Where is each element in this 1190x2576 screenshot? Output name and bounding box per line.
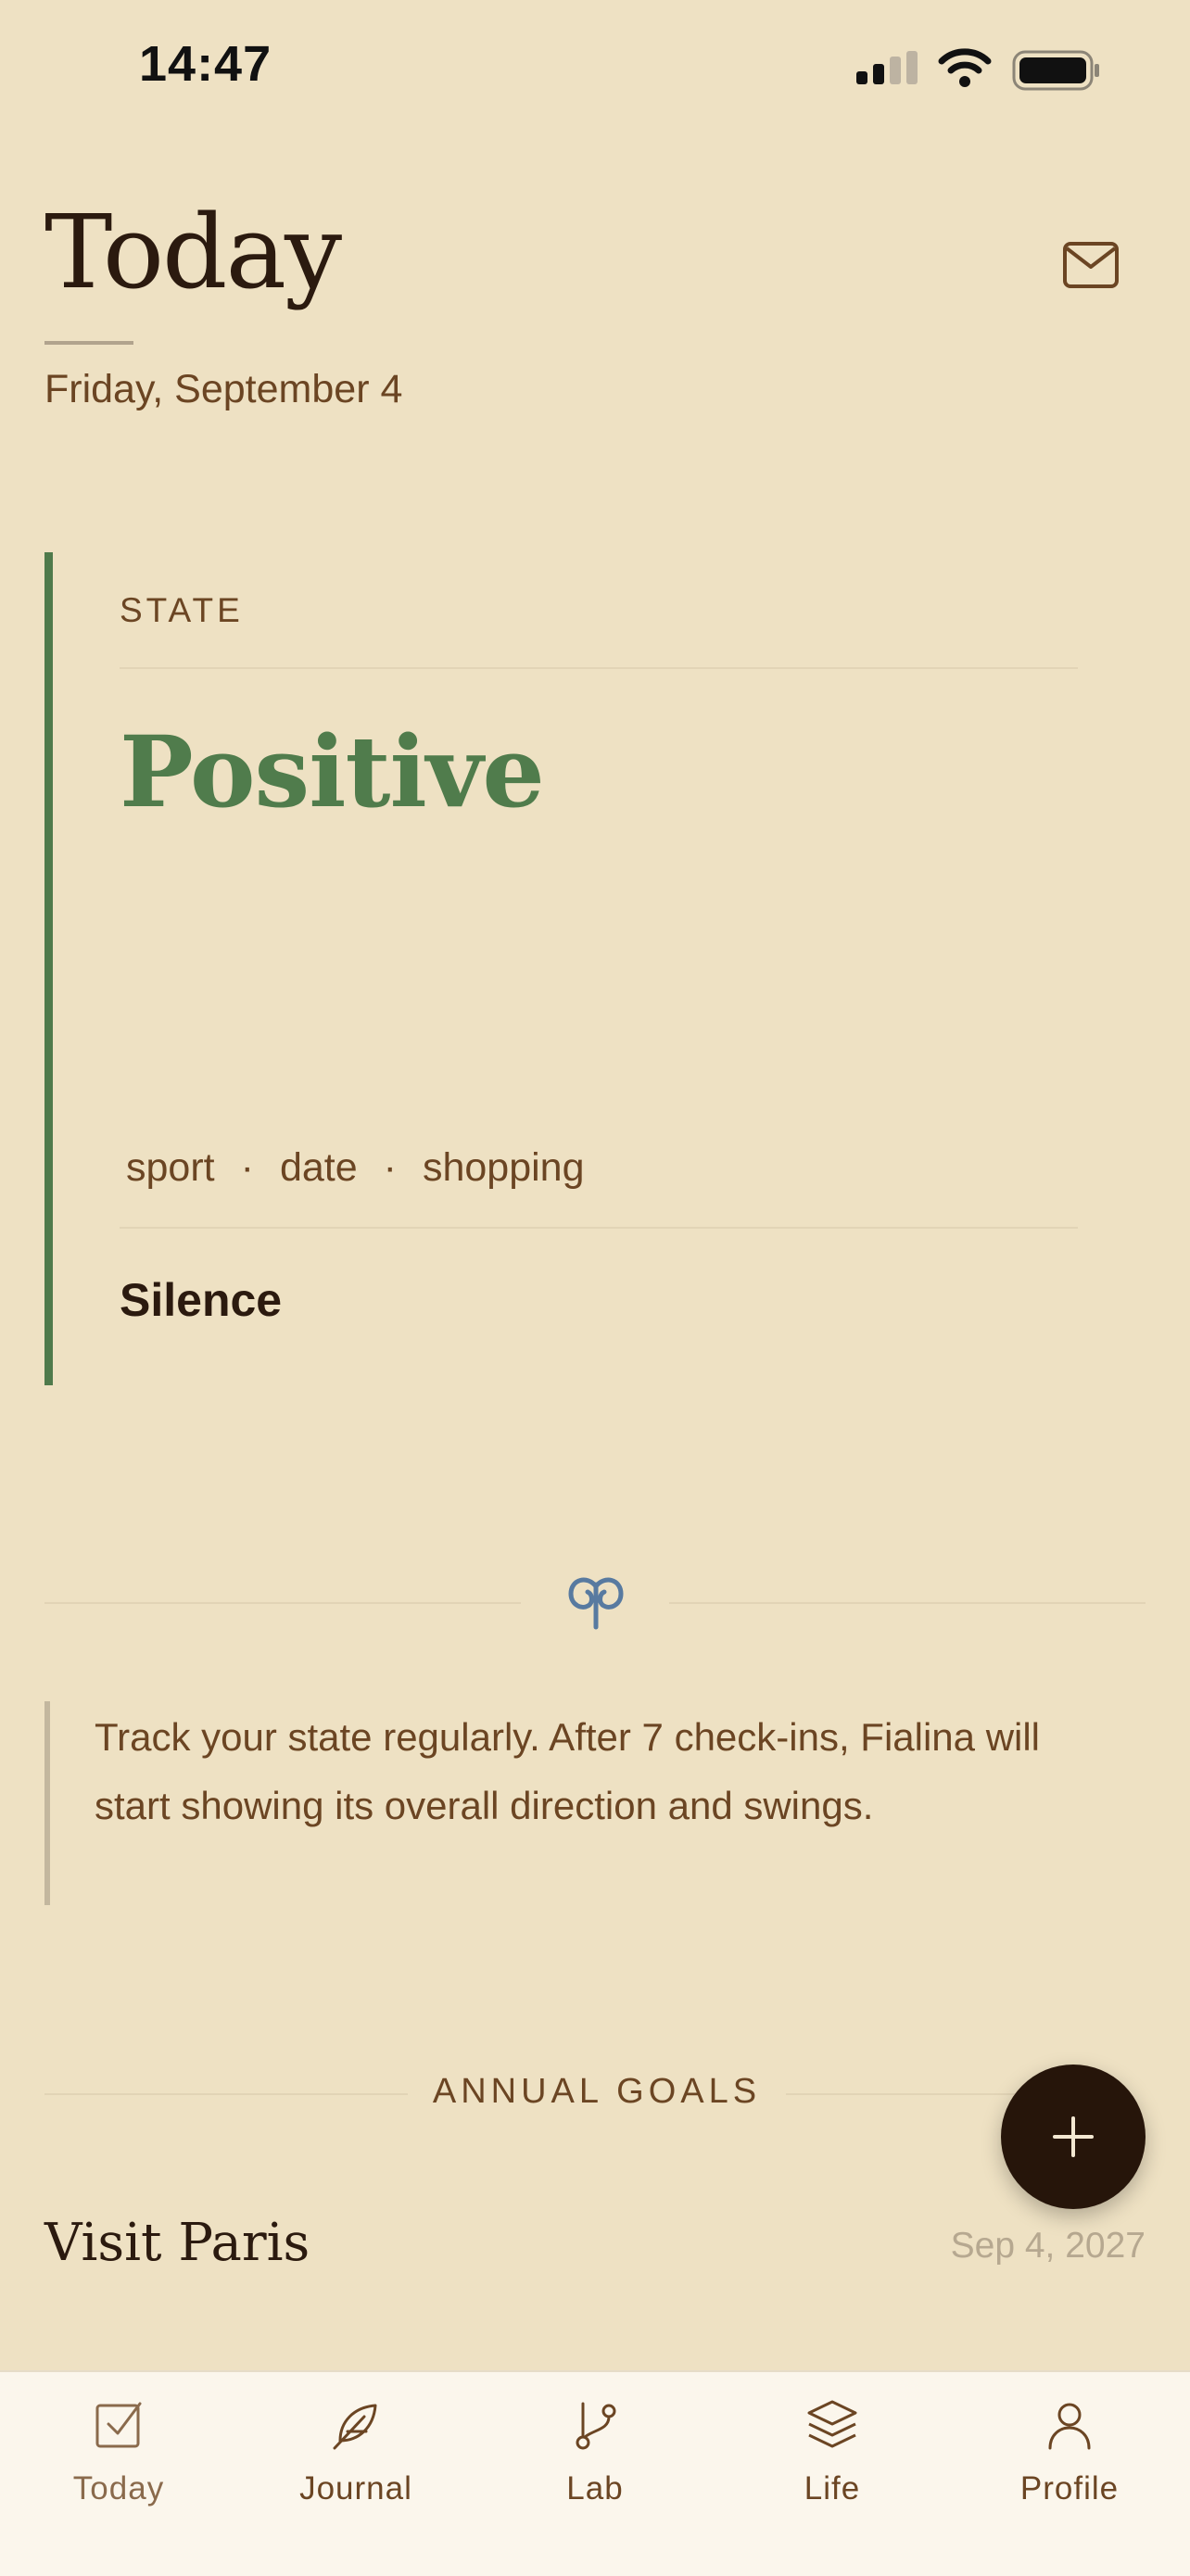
tab-today[interactable]: Today <box>17 2396 221 2507</box>
tag-shopping[interactable]: shopping <box>423 1145 585 1191</box>
tab-lab[interactable]: Lab <box>493 2396 697 2507</box>
tab-journal[interactable]: Journal <box>254 2396 458 2507</box>
plus-icon <box>1053 2116 1094 2157</box>
state-card-label: STATE <box>120 591 244 629</box>
goal-name[interactable]: Visit Paris <box>44 2213 310 2273</box>
tab-label: Life <box>804 2470 861 2507</box>
divider <box>120 667 1078 669</box>
tab-life[interactable]: Life <box>730 2396 934 2507</box>
branch-icon <box>576 2402 616 2450</box>
tab-bar: Today Journal Lab Life Profile <box>0 2370 1190 2576</box>
section-title-annual-goals: ANNUAL GOALS <box>432 2072 762 2111</box>
status-time: 14:47 <box>139 36 272 92</box>
feather-icon <box>333 2404 377 2450</box>
divider <box>44 2093 408 2095</box>
insight-text: Track your state regularly. After 7 chec… <box>95 1715 1041 1827</box>
user-icon <box>1048 2403 1091 2450</box>
battery-icon <box>1012 50 1099 91</box>
tab-label: Journal <box>299 2470 412 2507</box>
tag-separator: · <box>383 1145 397 1190</box>
divider <box>669 1602 1146 1604</box>
mail-icon[interactable] <box>1062 241 1120 289</box>
goal-date: Sep 4, 2027 <box>950 2226 1146 2266</box>
add-button[interactable] <box>1001 2065 1146 2209</box>
tab-profile[interactable]: Profile <box>968 2396 1171 2507</box>
divider <box>120 1227 1078 1229</box>
page-title: Today <box>44 193 342 311</box>
state-tags: sport · date · shopping <box>126 1145 585 1191</box>
ornament-icon <box>568 1577 624 1630</box>
state-value[interactable]: Positive <box>120 713 545 829</box>
divider <box>44 1602 521 1604</box>
state-note[interactable]: Silence <box>120 1273 282 1327</box>
tab-label: Lab <box>566 2470 624 2507</box>
tag-separator: · <box>240 1145 254 1190</box>
title-underline <box>44 341 133 345</box>
cellular-signal-icon <box>856 51 918 84</box>
tab-label: Today <box>72 2470 165 2507</box>
layers-icon <box>807 2400 857 2448</box>
state-card-accent-bar <box>44 552 53 1385</box>
wifi-icon <box>938 48 992 87</box>
tag-sport[interactable]: sport <box>126 1145 215 1191</box>
checkbox-icon <box>95 2402 142 2448</box>
tab-label: Profile <box>1019 2470 1120 2507</box>
page-date: Friday, September 4 <box>44 367 403 411</box>
quote-bar <box>44 1701 50 1905</box>
tag-date[interactable]: date <box>280 1145 358 1191</box>
